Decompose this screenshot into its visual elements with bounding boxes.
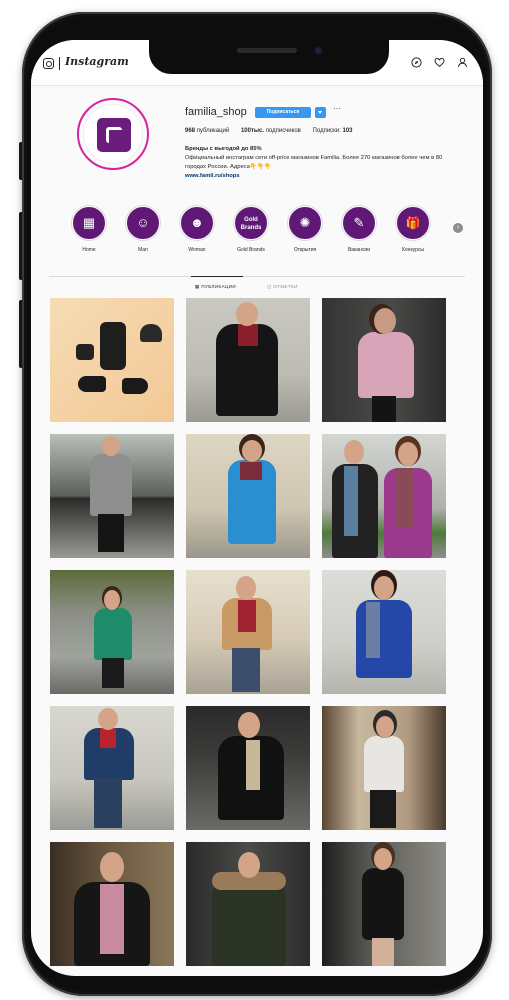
post-thumbnail[interactable] [50,842,174,966]
post-thumbnail[interactable] [50,434,174,558]
post-thumbnail[interactable] [186,706,310,830]
follow-button[interactable]: Подписаться [255,107,311,118]
phone-screen: Instagram familia_shop Подписаться ··· 9… [31,40,483,976]
post-thumbnail[interactable] [50,706,174,830]
highlight-gold-brands[interactable]: Gold Brands Gold Brands [223,206,279,253]
post-thumbnail[interactable] [322,706,446,830]
bio-text: Официальный инстаграм сети off-price маг… [185,155,443,170]
highlight-home[interactable]: ▦ Home [61,206,117,253]
tab-tagged[interactable]: ◫ ОТМЕТКИ [267,284,298,290]
posts-count[interactable]: 968 публикаций [185,128,229,134]
post-thumbnail[interactable] [186,298,310,422]
tab-posts[interactable]: ▦ ПУБЛИКАЦИИ [195,284,236,290]
post-thumbnail[interactable] [322,298,446,422]
highlight-openings[interactable]: ✺ Открытия [277,206,333,253]
post-thumbnail[interactable] [50,298,174,422]
gold-brands-text-icon: Gold Brands [234,206,268,240]
profile-bio: Бренды с выгодой до 85% Официальный инст… [185,145,447,181]
highlight-label: Home [82,247,96,253]
post-thumbnail[interactable] [186,570,310,694]
compass-icon[interactable] [411,57,422,68]
woman-face-icon: ☻ [180,206,214,240]
user-icon[interactable] [457,57,468,68]
highlight-contests[interactable]: 🎁 Конкурсы [385,206,441,253]
more-options-button[interactable]: ··· [333,104,341,113]
instagram-logo[interactable]: Instagram [65,55,129,68]
tabs-divider [49,276,465,277]
highlight-label: Конкурсы [401,247,425,253]
highlight-label: Вакансии [347,247,371,253]
profile-stats: 968 публикаций 100тыс. подписчиков Подпи… [185,128,363,134]
highlight-woman[interactable]: ☻ Woman [169,206,225,253]
profile-avatar[interactable] [77,98,149,170]
post-thumbnail[interactable] [50,570,174,694]
post-thumbnail[interactable] [322,434,446,558]
post-thumbnail[interactable] [322,570,446,694]
home-furniture-icon: ▦ [72,206,106,240]
celebration-icon: ✺ [288,206,322,240]
post-thumbnail[interactable] [322,842,446,966]
chevron-right-icon[interactable]: › [453,223,463,233]
speaker [237,48,297,53]
front-camera [313,45,324,56]
active-tab-indicator [191,276,243,277]
highlight-man[interactable]: ☺ Man [115,206,171,253]
profile-username: familia_shop [185,106,247,118]
highlight-label: Открытия [293,247,317,253]
highlight-vacancies[interactable]: ✎ Вакансии [331,206,387,253]
story-highlights: ▦ Home ☺ Man ☻ Woman Gold Brands Gold Br… [61,206,461,258]
gift-icon: 🎁 [396,206,430,240]
highlight-label: Man [138,247,148,253]
highlight-label: Gold Brands [237,247,265,253]
post-thumbnail[interactable] [186,434,310,558]
avatar [83,104,143,164]
logo-separator [59,57,60,70]
familia-logo [97,118,131,152]
followers-count[interactable]: 100тыс. подписчиков [241,128,301,134]
bio-link[interactable]: www.famil.ru/shops [185,172,447,181]
heart-icon[interactable] [434,57,445,68]
bio-name: Бренды с выгодой до 85% [185,146,262,152]
suggested-accounts-button[interactable] [315,107,326,118]
post-thumbnail[interactable] [186,842,310,966]
instagram-glyph-icon[interactable] [43,58,54,69]
man-face-icon: ☺ [126,206,160,240]
highlight-label: Woman [188,247,206,253]
document-pen-icon: ✎ [342,206,376,240]
following-count[interactable]: Подписки: 103 [313,128,353,134]
notch [149,40,389,74]
